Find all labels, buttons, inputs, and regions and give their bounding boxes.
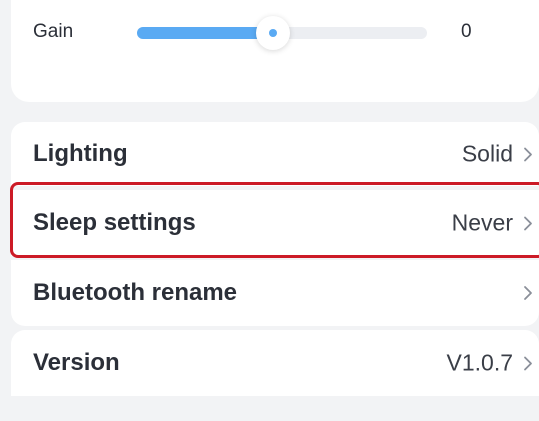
version-label: Version bbox=[33, 349, 120, 376]
sleep-settings-label: Sleep settings bbox=[33, 209, 196, 236]
gain-label: Gain bbox=[33, 21, 74, 42]
version-value: V1.0.7 bbox=[446, 349, 514, 376]
chevron-right-icon bbox=[524, 356, 532, 370]
version-row[interactable]: Version V1.0.7 bbox=[11, 330, 539, 396]
slider-thumb-dot bbox=[269, 29, 278, 37]
sleep-settings-value: Never bbox=[451, 209, 513, 236]
gain-card: Gain 0 bbox=[11, 0, 539, 102]
gain-value: 0 bbox=[461, 21, 472, 42]
chevron-right-icon bbox=[524, 286, 532, 300]
bluetooth-rename-label: Bluetooth rename bbox=[33, 279, 238, 306]
lighting-row[interactable]: Lighting Solid bbox=[11, 122, 539, 186]
gain-slider-thumb[interactable] bbox=[256, 16, 291, 50]
chevron-right-icon bbox=[524, 147, 532, 161]
lighting-value: Solid bbox=[461, 140, 513, 167]
gain-slider[interactable] bbox=[137, 16, 427, 50]
chevron-right-icon bbox=[524, 216, 532, 230]
gain-slider-fill bbox=[137, 27, 274, 39]
lighting-label: Lighting bbox=[33, 140, 128, 167]
bluetooth-rename-row[interactable]: Bluetooth rename bbox=[11, 260, 539, 326]
sleep-settings-row[interactable]: Sleep settings Never bbox=[11, 190, 539, 256]
